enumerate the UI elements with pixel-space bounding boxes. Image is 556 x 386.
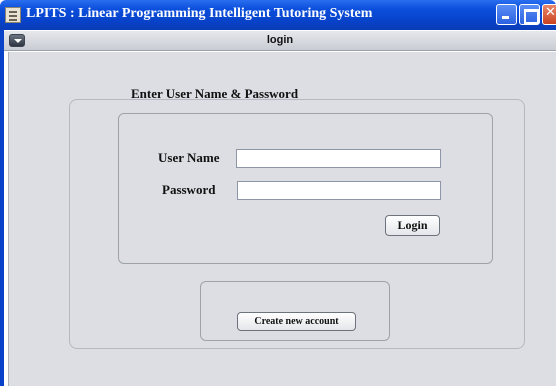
maximize-button[interactable]: [519, 4, 540, 25]
username-input[interactable]: [236, 149, 441, 168]
section-title: Enter User Name & Password: [131, 86, 299, 101]
internal-frame-title: login: [266, 34, 294, 46]
title-bar[interactable]: LPITS : Linear Programming Intelligent T…: [0, 0, 556, 30]
app-window: LPITS : Linear Programming Intelligent T…: [0, 0, 556, 386]
password-input[interactable]: [237, 181, 441, 200]
create-account-group: [200, 281, 390, 341]
create-account-button[interactable]: Create new account: [237, 312, 356, 331]
minimize-button[interactable]: [496, 4, 517, 25]
internal-frame-header[interactable]: login: [4, 31, 556, 51]
window-frame-left: [0, 30, 4, 386]
login-button[interactable]: Login: [385, 215, 440, 236]
username-label: User Name: [158, 150, 220, 165]
app-icon[interactable]: [5, 7, 21, 23]
window-title: LPITS : Linear Programming Intelligent T…: [26, 6, 373, 21]
password-label: Password: [162, 182, 216, 197]
close-button[interactable]: [542, 4, 556, 25]
